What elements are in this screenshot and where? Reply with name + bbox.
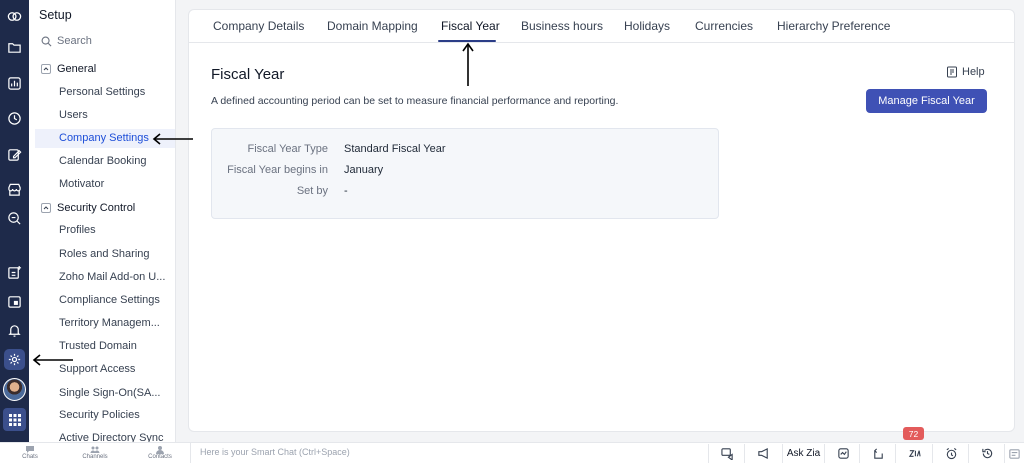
zoho-logo-icon[interactable] [4,6,25,27]
activity-icon[interactable] [824,444,862,463]
search-report-icon[interactable] [4,208,25,229]
help-label: Help [962,66,985,78]
bell-icon[interactable] [4,320,25,341]
field-value: Standard Fiscal Year [344,143,446,155]
history-icon[interactable] [968,444,1006,463]
ask-zia-button[interactable]: Ask Zia [782,444,824,463]
page-description: A defined accounting period can be set t… [211,95,619,107]
notes-icon[interactable] [1004,444,1024,463]
calendar-icon[interactable] [4,291,25,312]
refresh-task-icon[interactable] [859,444,897,463]
chevron-up-icon [41,64,51,74]
screen-share-icon[interactable] [708,444,746,463]
help-link[interactable]: Help [946,66,985,78]
sidebar-item-users[interactable]: Users [35,106,175,125]
bottom-nav-contacts[interactable]: Contacts [140,445,180,460]
store-icon[interactable] [4,179,25,200]
folder-icon[interactable] [4,37,25,58]
search-icon [41,36,52,46]
tab-bar: Company Details Domain Mapping Fiscal Ye… [189,10,1014,43]
page-title: Fiscal Year [211,66,285,83]
add-note-icon[interactable] [4,262,25,283]
smart-chat-input[interactable]: Here is your Smart Chat (Ctrl+Space) [190,443,708,463]
field-value: - [344,185,348,197]
sidebar-item-motivator[interactable]: Motivator [35,175,175,194]
annotation-arrow-left [32,354,73,366]
bottom-nav-chats[interactable]: Chats [10,445,50,460]
setup-sidebar: Setup Search General Personal Settings U… [29,0,176,442]
setup-title: Setup [39,8,72,22]
avatar[interactable] [3,378,26,401]
fiscal-year-info-box: Fiscal Year Type Standard Fiscal Year Fi… [211,128,719,219]
sidebar-item-security-policies[interactable]: Security Policies [35,406,175,425]
sidebar-item-territory-management[interactable]: Territory Managem... [35,314,175,333]
group-label: General [57,63,97,75]
annotation-arrow-up [462,42,474,86]
sidebar-item-profiles[interactable]: Profiles [35,221,175,240]
bottom-nav-channels[interactable]: Channels [75,445,115,460]
bottom-bar: Chats Channels Contacts Here is your Sma… [0,442,1024,463]
sidebar-item-single-sign-on[interactable]: Single Sign-On(SA... [35,384,175,403]
bottom-nav-label: Chats [22,454,38,460]
clock-icon[interactable] [4,108,25,129]
sidebar-item-personal-settings[interactable]: Personal Settings [35,83,175,102]
chat-icon [26,446,34,453]
help-book-icon [947,66,957,78]
app-grid-icon[interactable] [3,408,26,431]
tab-domain-mapping[interactable]: Domain Mapping [327,19,418,33]
ask-zia-label: Ask Zia [786,448,821,459]
app-rail [0,0,29,442]
sidebar-item-zoho-mail-addon[interactable]: Zoho Mail Add-on U... [35,268,175,287]
channels-icon [90,446,100,453]
group-label: Security Control [57,202,136,214]
notification-badge: 72 [903,427,924,440]
tab-company-details[interactable]: Company Details [213,19,304,33]
gear-icon[interactable] [4,349,25,370]
settings-card: Company Details Domain Mapping Fiscal Ye… [188,9,1015,432]
alarm-icon[interactable] [932,444,970,463]
bottom-nav-label: Channels [82,454,108,460]
announcement-icon[interactable] [744,444,782,463]
contact-icon [156,446,164,454]
field-value: January [344,164,384,176]
annotation-arrow-left [152,133,193,145]
zia-icon[interactable] [895,444,933,463]
group-general[interactable]: General [41,63,96,75]
smart-chat-placeholder: Here is your Smart Chat (Ctrl+Space) [200,447,350,457]
setup-search-input[interactable]: Search [41,35,92,47]
group-security-control[interactable]: Security Control [41,202,135,214]
tab-fiscal-year[interactable]: Fiscal Year [441,19,500,33]
field-label: Fiscal Year begins in [227,164,328,176]
edit-icon[interactable] [4,144,25,165]
tab-business-hours[interactable]: Business hours [521,19,603,33]
analytics-icon[interactable] [4,73,25,94]
field-label: Fiscal Year Type [247,143,328,155]
manage-fiscal-year-button[interactable]: Manage Fiscal Year [866,89,987,113]
sidebar-item-active-directory-sync[interactable]: Active Directory Sync [35,429,175,442]
bottom-nav-label: Contacts [148,454,172,460]
search-placeholder: Search [57,35,92,47]
tab-holidays[interactable]: Holidays [624,19,670,33]
sidebar-item-calendar-booking[interactable]: Calendar Booking [35,152,175,171]
sidebar-item-compliance-settings[interactable]: Compliance Settings [35,291,175,310]
chevron-up-icon [41,203,51,213]
tab-currencies[interactable]: Currencies [695,19,753,33]
field-label: Set by [296,185,328,197]
tab-hierarchy-preference[interactable]: Hierarchy Preference [777,19,890,33]
sidebar-item-roles-and-sharing[interactable]: Roles and Sharing [35,245,175,264]
